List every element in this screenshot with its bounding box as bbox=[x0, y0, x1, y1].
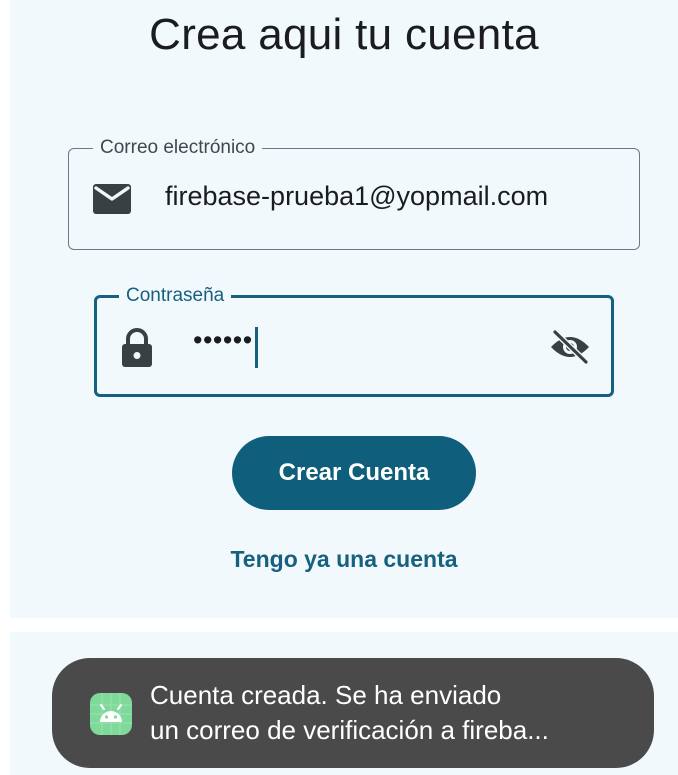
visibility-off-icon[interactable] bbox=[549, 329, 591, 369]
toast-line-2: un correo de verificación a fireba... bbox=[150, 715, 549, 745]
signup-panel: Crea aqui tu cuenta Correo electrónico f… bbox=[10, 0, 678, 618]
android-app-icon bbox=[90, 693, 132, 740]
toast-line-1: Cuenta creada. Se ha enviado bbox=[150, 680, 502, 710]
page-title: Crea aqui tu cuenta bbox=[149, 10, 539, 59]
password-field-label: Contraseña bbox=[119, 284, 232, 308]
email-field[interactable]: Correo electrónico firebase-prueba1@yopm… bbox=[68, 136, 640, 250]
toast-message: Cuenta creada. Se ha enviado un correo d… bbox=[52, 658, 654, 768]
password-input[interactable]: •••••• bbox=[193, 325, 253, 356]
toast-text: Cuenta creada. Se ha enviado un correo d… bbox=[150, 678, 650, 748]
mail-icon bbox=[93, 184, 131, 219]
have-account-link[interactable]: Tengo ya una cuenta bbox=[10, 546, 678, 573]
email-input[interactable]: firebase-prueba1@yopmail.com bbox=[165, 181, 548, 212]
lock-icon bbox=[121, 328, 153, 373]
text-cursor bbox=[255, 327, 258, 368]
email-field-label: Correo electrónico bbox=[93, 136, 263, 160]
create-account-button[interactable]: Crear Cuenta bbox=[232, 436, 476, 510]
password-field[interactable]: Contraseña •••••• bbox=[94, 284, 614, 397]
